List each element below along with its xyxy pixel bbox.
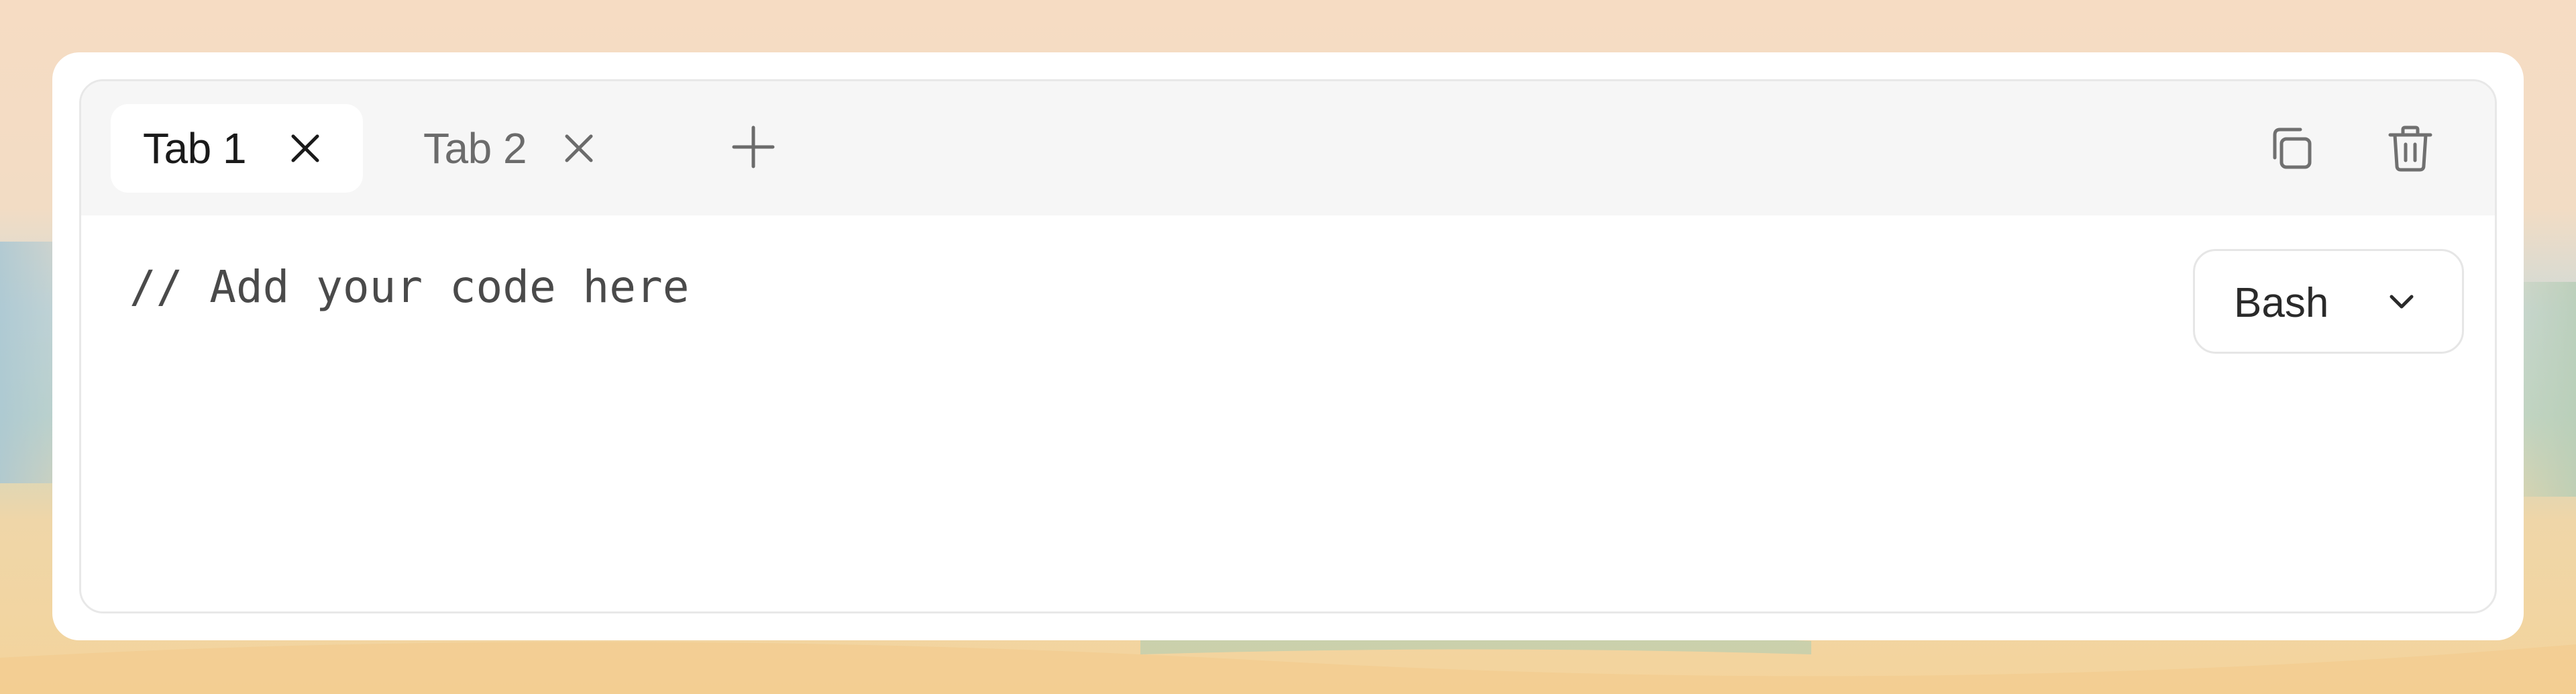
delete-button[interactable] [2383, 123, 2437, 177]
tab-1[interactable]: Tab 1 [111, 104, 363, 193]
tab-label: Tab 1 [143, 124, 247, 172]
language-select[interactable]: Bash [2193, 249, 2464, 354]
code-editor-card: Tab 1 Tab 2 // Add your code here Bash [52, 52, 2524, 640]
code-input-area[interactable]: // Add your code here Bash [81, 215, 2495, 611]
code-editor: Tab 1 Tab 2 // Add your code here Bash [79, 79, 2497, 613]
plus-icon [731, 125, 775, 172]
close-icon[interactable] [559, 128, 599, 168]
copy-button[interactable] [2264, 123, 2318, 177]
trash-icon [2385, 123, 2436, 177]
tab-bar: Tab 1 Tab 2 [81, 81, 2495, 215]
add-tab-button[interactable] [729, 124, 777, 172]
tab-label: Tab 2 [423, 124, 527, 172]
chevron-down-icon [2380, 281, 2423, 324]
close-icon[interactable] [285, 128, 325, 168]
language-select-value: Bash [2234, 280, 2329, 326]
code-placeholder: // Add your code here [129, 261, 690, 313]
copy-icon [2265, 123, 2316, 177]
tab-2[interactable]: Tab 2 [391, 104, 633, 193]
